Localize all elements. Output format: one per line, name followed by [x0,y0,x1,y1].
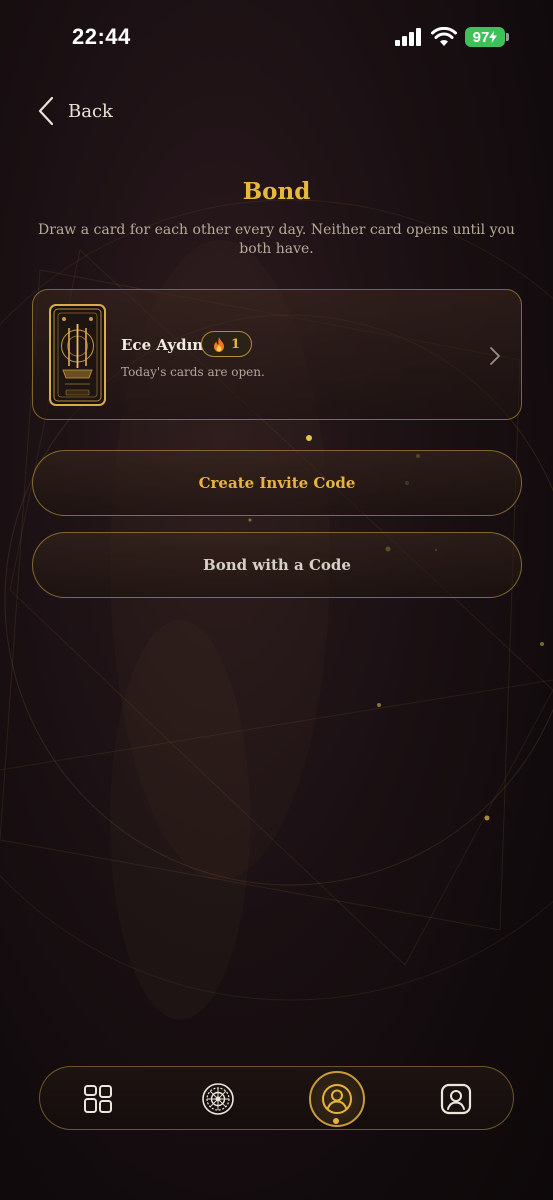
tab-dashboard[interactable] [68,1067,128,1131]
bottom-tab-bar [39,1066,514,1130]
create-invite-code-button[interactable]: Create Invite Code [32,450,522,516]
profile-square-icon [440,1083,472,1115]
tarot-card-thumbnail [49,304,106,406]
streak-count: 1 [230,336,241,352]
bond-partner-card[interactable]: Ece Aydın 1 Today's cards are open. [32,289,522,420]
tab-readings[interactable] [188,1067,248,1131]
tarot-card-art [53,308,102,402]
page-subtitle: Draw a card for each other every day. Ne… [38,222,515,257]
charging-bolt-icon [489,31,498,43]
streak-badge: 1 [201,331,252,357]
back-button[interactable]: Back [36,96,113,126]
partner-name: Ece Aydın [121,336,204,354]
status-icons: 97 [395,27,509,47]
battery-indicator: 97 [465,27,509,47]
wifi-icon [431,27,457,46]
chevron-left-icon [38,96,54,126]
mandala-icon [202,1083,234,1115]
status-bar: 22:44 97 [0,0,553,76]
tab-profile[interactable] [426,1067,486,1131]
status-time: 22:44 [72,24,131,49]
flame-icon [213,336,224,352]
back-label: Back [68,100,113,122]
bond-with-code-button[interactable]: Bond with a Code [32,532,522,598]
chevron-right-icon [490,347,500,365]
battery-level: 97 [472,28,490,46]
active-tab-dot [333,1118,339,1124]
cards-status-text: Today's cards are open. [121,365,265,379]
page-title: Bond [242,178,311,205]
grid-icon [84,1085,112,1113]
cellular-signal-icon [395,28,421,46]
tab-bond[interactable] [307,1067,367,1131]
person-circle-icon [322,1084,352,1114]
